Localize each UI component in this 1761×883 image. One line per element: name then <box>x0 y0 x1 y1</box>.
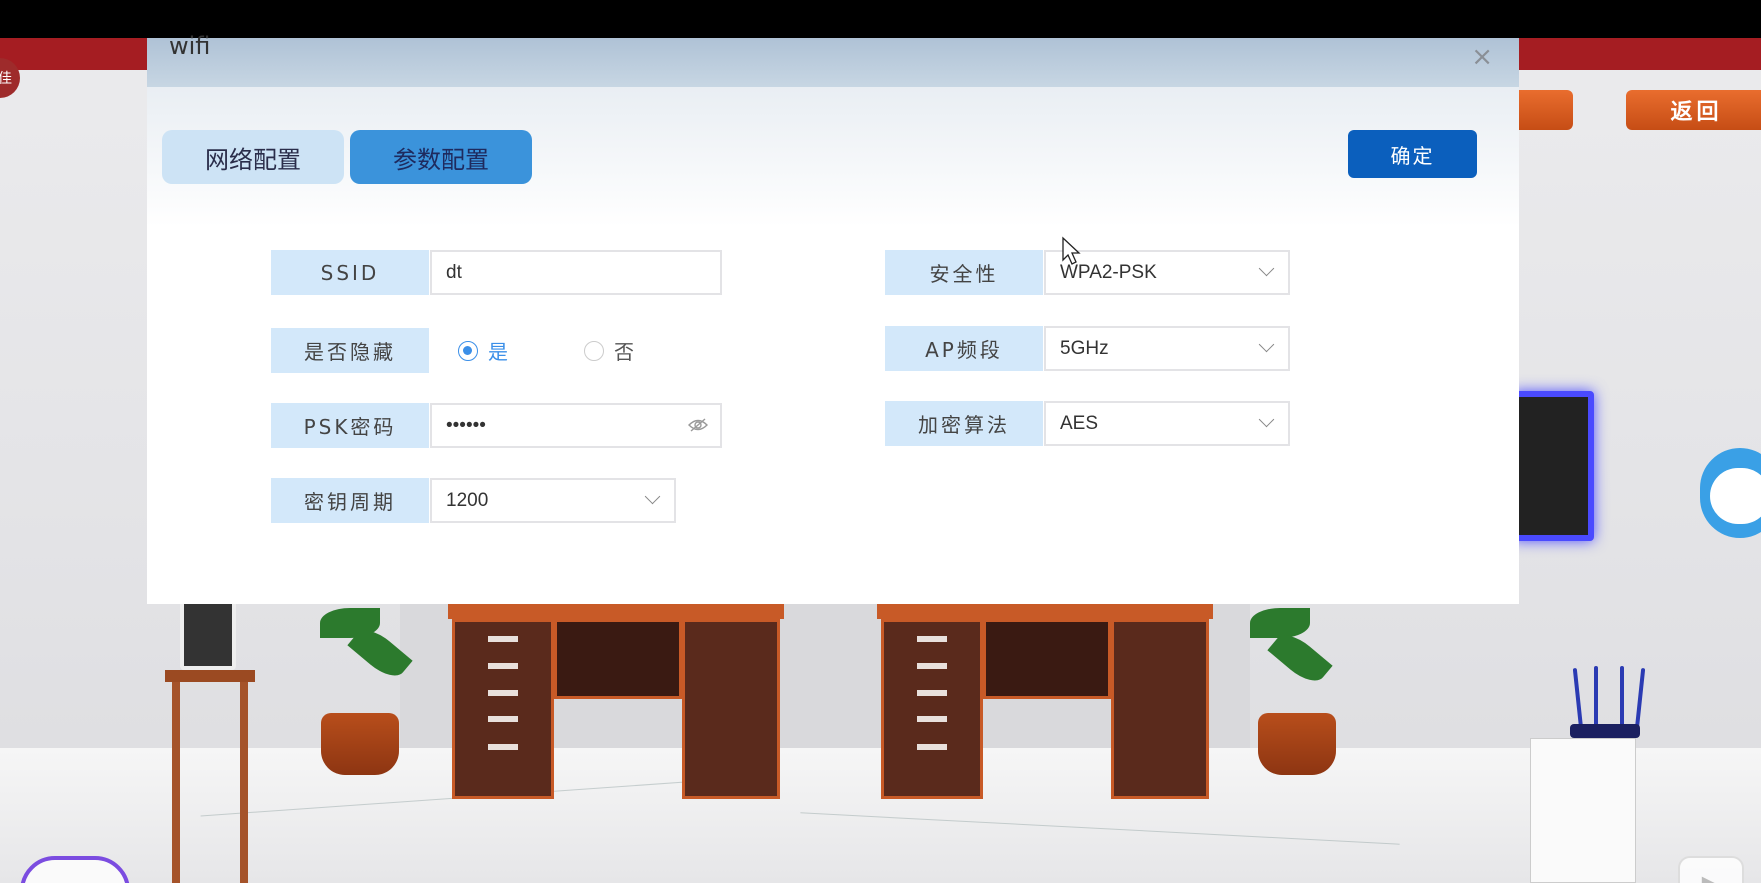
radio-unchecked-icon <box>584 340 604 361</box>
router-antenna <box>1634 667 1646 731</box>
confirm-label: 确定 <box>1390 143 1435 168</box>
tab-label: 参数配置 <box>393 145 489 174</box>
mouse-cursor-icon <box>1062 236 1081 265</box>
radio-hidden-no[interactable]: 否 <box>584 336 634 365</box>
drawer-handle <box>917 716 947 722</box>
encryption-value: AES <box>1060 412 1099 434</box>
dialog-title: wifi <box>169 32 211 60</box>
drawer-handle <box>917 663 947 669</box>
chevron-down-icon <box>1258 411 1275 428</box>
security-label: 安全性 <box>885 250 1043 295</box>
key-period-select[interactable]: 1200 <box>430 478 676 523</box>
psk-value: •••••• <box>446 414 486 436</box>
encryption-label: 加密算法 <box>885 401 1043 446</box>
stool-leg <box>240 682 248 883</box>
ap-band-value: 5GHz <box>1060 337 1109 359</box>
key-period-value: 1200 <box>446 489 489 511</box>
drawer-handle <box>488 690 518 696</box>
ssid-label: SSID <box>271 250 429 295</box>
ap-band-label: AP频段 <box>885 326 1043 371</box>
plant-pot <box>1258 713 1336 775</box>
radio-hidden-yes[interactable]: 是 <box>458 336 508 365</box>
radio-yes-label: 是 <box>488 340 508 364</box>
router-antenna <box>1594 666 1598 728</box>
router-stand <box>1530 738 1636 883</box>
hidden-label-text: 是否隐藏 <box>304 340 396 364</box>
desk-top <box>448 603 784 619</box>
wifi-router[interactable] <box>1570 724 1640 738</box>
stool-leg <box>172 682 180 883</box>
play-icon[interactable]: ▶ <box>1678 856 1744 883</box>
radio-checked-icon <box>458 340 478 361</box>
drawer-handle <box>917 744 947 750</box>
ap-band-select[interactable]: 5GHz <box>1044 326 1290 371</box>
hidden-label: 是否隐藏 <box>271 328 429 373</box>
ssid-input[interactable]: dt <box>430 250 722 295</box>
drawer-handle <box>488 663 518 669</box>
router-antenna <box>1572 667 1584 731</box>
avatar-text: 佳 <box>0 71 12 87</box>
tab-param-config[interactable]: 参数配置 <box>350 130 532 184</box>
tablet-device[interactable] <box>180 598 236 670</box>
ssid-value: dt <box>446 261 462 283</box>
ssid-label-text: SSID <box>320 260 380 285</box>
drawer-handle <box>488 716 518 722</box>
desk-drawers <box>881 619 983 799</box>
tab-network-config[interactable]: 网络配置 <box>162 130 344 184</box>
drawer-handle <box>917 690 947 696</box>
plant-leaf <box>1250 608 1310 638</box>
psk-label: PSK密码 <box>271 403 429 448</box>
security-label-text: 安全性 <box>929 262 999 286</box>
tab-label: 网络配置 <box>205 145 301 174</box>
psk-password-input[interactable]: •••••• <box>430 403 722 448</box>
encryption-label-text: 加密算法 <box>918 413 1010 437</box>
back-button-label: 返回 <box>1670 100 1723 125</box>
drawer-handle <box>488 636 518 642</box>
router-antenna <box>1620 666 1624 728</box>
desk-middle <box>983 619 1111 699</box>
desk-cabinet <box>682 619 780 799</box>
desk-top <box>877 603 1213 619</box>
tv-screen[interactable] <box>1512 391 1594 541</box>
robot-face <box>1710 468 1761 524</box>
key-period-label-text: 密钥周期 <box>304 490 396 514</box>
chevron-down-icon <box>1258 336 1275 353</box>
stool-top <box>165 670 255 682</box>
plant-pot <box>321 713 399 775</box>
ap-band-label-text: AP频段 <box>925 338 1003 362</box>
desk-drawers <box>452 619 554 799</box>
psk-label-text: PSK密码 <box>303 415 397 439</box>
drawer-handle <box>917 636 947 642</box>
dialog-header: wifi × <box>147 32 1519 87</box>
key-period-label: 密钥周期 <box>271 478 429 523</box>
chevron-down-icon <box>1258 260 1275 277</box>
back-button[interactable]: 返回 <box>1626 90 1761 130</box>
drawer-handle <box>488 744 518 750</box>
radio-no-label: 否 <box>614 340 634 364</box>
confirm-button[interactable]: 确定 <box>1348 130 1477 178</box>
encryption-select[interactable]: AES <box>1044 401 1290 446</box>
desk-cabinet <box>1111 619 1209 799</box>
eye-hidden-icon[interactable] <box>688 417 708 433</box>
desk-middle <box>554 619 682 699</box>
chevron-down-icon <box>644 488 661 505</box>
wifi-dialog: wifi × 网络配置 参数配置 确定 SSID dt 是否隐藏 是 否 PSK… <box>147 32 1519 604</box>
close-icon[interactable]: × <box>1471 42 1493 72</box>
